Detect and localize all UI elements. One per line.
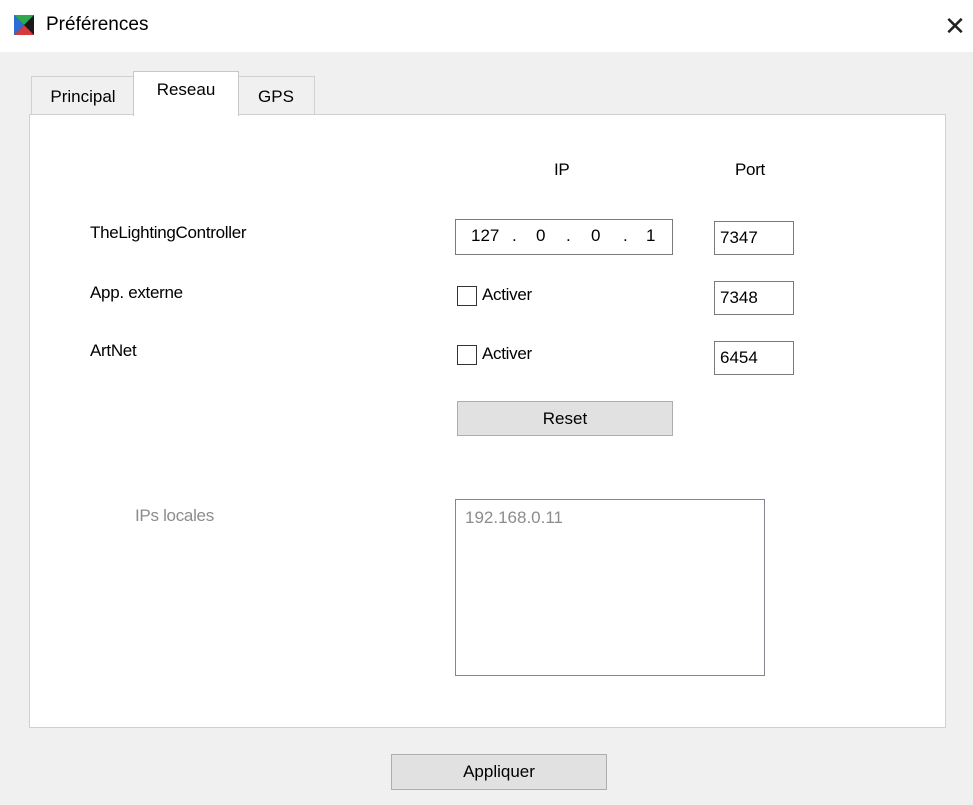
tab-gps-label: GPS: [258, 87, 294, 106]
port-field-app-externe[interactable]: 7348: [714, 281, 794, 315]
row-label-lighting-controller: TheLightingController: [90, 223, 247, 242]
ip-dot-2: .: [566, 226, 571, 245]
list-item[interactable]: 192.168.0.11: [465, 508, 764, 528]
reset-button[interactable]: Reset: [457, 401, 673, 436]
checkbox-label-artnet[interactable]: Activer: [482, 344, 532, 364]
apply-button[interactable]: Appliquer: [391, 754, 607, 790]
window-title: Préférences: [46, 14, 149, 35]
flag-icon: [14, 15, 34, 35]
row-label-app-externe: App. externe: [90, 283, 183, 302]
close-icon[interactable]: ✕: [940, 8, 970, 44]
port-field-artnet[interactable]: 6454: [714, 341, 794, 375]
checkbox-label-app-externe[interactable]: Activer: [482, 285, 532, 305]
ip-octet-1[interactable]: 127: [471, 226, 499, 246]
ip-dot-1: .: [512, 226, 517, 245]
title-bar: Préférences ✕: [0, 0, 973, 52]
ip-dot-3: .: [623, 226, 628, 245]
tab-reseau[interactable]: Reseau: [133, 71, 239, 116]
tab-gps[interactable]: GPS: [237, 76, 315, 115]
ip-octet-4[interactable]: 1: [646, 226, 655, 246]
row-label-artnet: ArtNet: [90, 341, 137, 360]
local-ips-list[interactable]: 192.168.0.11: [455, 499, 765, 676]
local-ips-label: IPs locales: [135, 506, 214, 525]
tab-reseau-label: Reseau: [156, 80, 216, 99]
ip-address-field[interactable]: 127 . 0 . 0 . 1: [455, 219, 673, 255]
ip-octet-2[interactable]: 0: [536, 226, 545, 246]
ip-octet-3[interactable]: 0: [591, 226, 600, 246]
tab-principal[interactable]: Principal: [31, 76, 135, 115]
tab-principal-label: Principal: [50, 87, 116, 106]
checkbox-app-externe[interactable]: [457, 286, 477, 306]
port-field-lighting-controller[interactable]: 7347: [714, 221, 794, 255]
ip-column-header: IP: [554, 160, 570, 179]
port-column-header: Port: [735, 160, 765, 179]
checkbox-artnet[interactable]: [457, 345, 477, 365]
